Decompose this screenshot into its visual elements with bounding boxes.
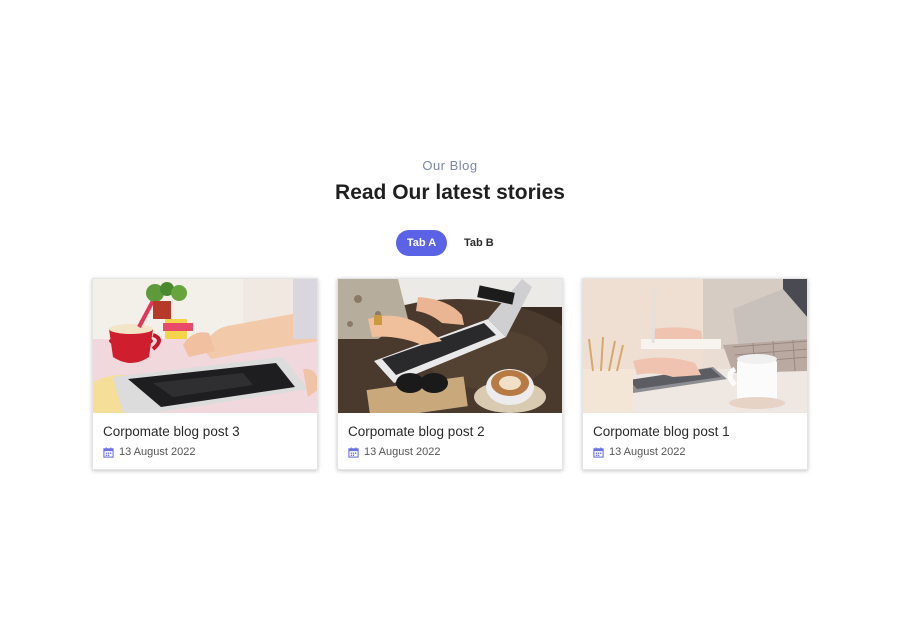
tab-a[interactable]: Tab A — [396, 230, 447, 256]
blog-card[interactable]: Corpomate blog post 1 13 August 2022 — [582, 278, 808, 470]
calendar-icon — [103, 446, 114, 458]
blog-card-title[interactable]: Corpomate blog post 3 — [103, 424, 240, 439]
blog-card-date-text: 13 August 2022 — [119, 446, 196, 458]
blog-section: Our Blog Read Our latest stories Tab A T… — [0, 0, 900, 640]
blog-card-date-text: 13 August 2022 — [609, 446, 686, 458]
blog-card-date: 13 August 2022 — [348, 446, 440, 458]
calendar-icon — [593, 446, 604, 458]
blog-card[interactable]: Corpomate blog post 2 13 August 2022 — [337, 278, 563, 470]
calendar-icon — [348, 446, 359, 458]
section-heading: Read Our latest stories — [335, 181, 565, 204]
blog-card-image[interactable] — [583, 279, 807, 413]
blog-card-date-text: 13 August 2022 — [364, 446, 441, 458]
tab-b[interactable]: Tab B — [453, 230, 505, 256]
tab-bar: Tab A Tab B — [396, 230, 506, 256]
blog-card-image[interactable] — [338, 279, 562, 413]
blog-card[interactable]: Corpomate blog post 3 13 August 2022 — [92, 278, 318, 470]
blog-card-title[interactable]: Corpomate blog post 1 — [593, 424, 730, 439]
blog-card-image[interactable] — [93, 279, 317, 413]
blog-card-date: 13 August 2022 — [593, 446, 685, 458]
blog-card-date: 13 August 2022 — [103, 446, 195, 458]
blog-card-title[interactable]: Corpomate blog post 2 — [348, 424, 485, 439]
section-eyebrow: Our Blog — [422, 158, 478, 173]
blog-card-grid: Corpomate blog post 3 13 August 2022 Cor… — [92, 278, 808, 470]
